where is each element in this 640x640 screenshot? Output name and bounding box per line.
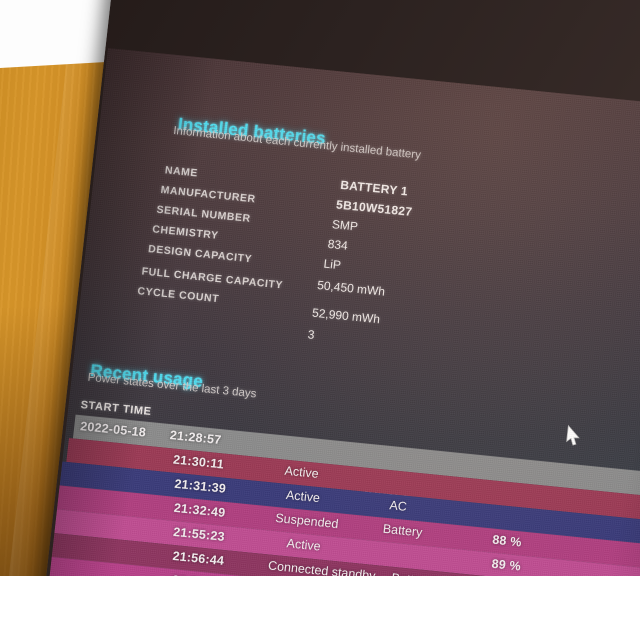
cell-source: Battery (382, 521, 424, 540)
cell-time: 21:31:39 (173, 476, 227, 496)
cell-time: 21:28:57 (169, 428, 223, 448)
cell-date: 2022-05-18 (79, 419, 147, 440)
value-full-charge-capacity: 50,450 mWh (316, 277, 386, 299)
laptop-screen: Installed batteries Information about ea… (42, 48, 640, 640)
label-manufacturer: MANUFACTURER (160, 183, 257, 206)
value-cycle-count: 52,990 mWh (311, 305, 381, 327)
label-serial-number: SERIAL NUMBER (155, 203, 252, 225)
cell-time: 21:30:11 (172, 452, 225, 472)
cell-state: Active (285, 487, 321, 506)
label-chemistry: CHEMISTRY (151, 223, 220, 242)
cell-capacity: 88 % (491, 532, 523, 550)
value-name: BATTERY 1 (339, 177, 409, 199)
battery-report-page: Installed batteries Information about ea… (42, 48, 640, 640)
cell-capacity: 89 % (490, 556, 522, 574)
value-cycle-count-number: 3 (307, 327, 316, 342)
cell-time: 21:56:44 (171, 548, 225, 568)
cell-state: Active (283, 463, 320, 481)
photo-crop-bottom (0, 576, 640, 640)
cell-time: 21:32:49 (173, 500, 227, 520)
label-design-capacity: DESIGN CAPACITY (147, 243, 253, 266)
label-name: NAME (164, 164, 199, 180)
value-manufacturer: 5B10W51827 (335, 197, 413, 219)
cell-time: 21:55:23 (172, 524, 226, 544)
value-design-capacity: LiP (322, 256, 342, 273)
label-cycle-count: CYCLE COUNT (136, 285, 220, 306)
value-chemistry: 834 (327, 236, 349, 253)
mouse-pointer-icon (566, 424, 580, 446)
photo-scene: Installed batteries Information about ea… (0, 0, 640, 640)
cell-state: Active (285, 536, 322, 554)
value-serial-number: SMP (331, 217, 359, 234)
cell-source: AC (388, 498, 408, 514)
cell-state: Suspended (274, 510, 340, 532)
